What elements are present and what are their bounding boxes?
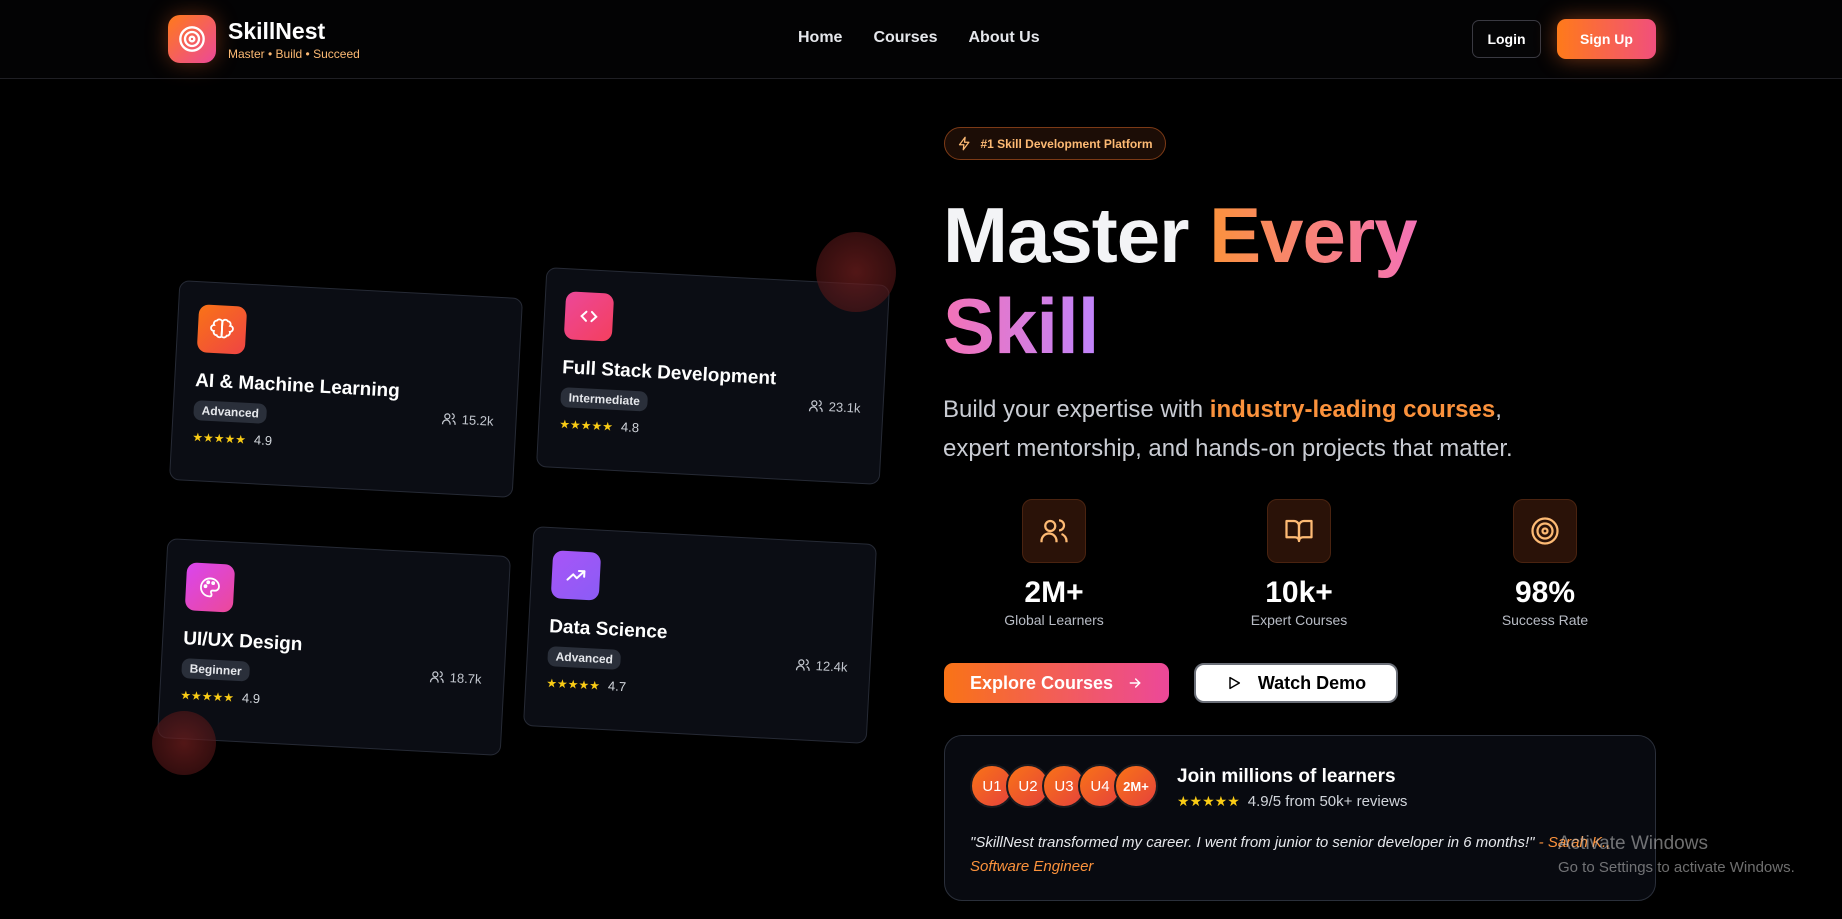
course-rating: ★★★★★ 4.8 [559,416,861,447]
quote-text: "SkillNest transformed my career. I went… [970,834,1535,851]
hero-title-line1: Master Every [943,190,1418,280]
brand[interactable]: SkillNest Master • Build • Succeed [168,15,360,63]
signup-button[interactable]: Sign Up [1557,19,1656,59]
zap-icon [959,136,970,151]
testimonial-quote: "SkillNest transformed my career. I went… [970,831,1630,879]
platform-badge: #1 Skill Development Platform [944,127,1166,160]
level-badge: Advanced [193,400,268,424]
student-count-value: 15.2k [461,412,494,429]
student-count-value: 23.1k [828,399,861,416]
student-count-value: 18.7k [449,670,482,687]
level-badge: Beginner [181,658,251,682]
nav-link-home[interactable]: Home [798,29,842,47]
course-rating: ★★★★★ 4.9 [192,429,494,460]
hero-title-line2: Skill [943,281,1099,371]
arrow-right-icon [1129,678,1141,688]
join-rating: ★★★★★ 4.9/5 from 50k+ reviews [1177,793,1407,810]
rating-value: 4.7 [607,678,627,695]
watch-demo-button[interactable]: Watch Demo [1194,663,1398,703]
subtitle-highlight: industry-leading courses [1209,396,1496,423]
badge-text: #1 Skill Development Platform [980,136,1153,151]
explore-courses-button[interactable]: Explore Courses [944,663,1169,703]
brand-name: SkillNest [228,17,326,44]
demo-label: Watch Demo [1257,672,1367,693]
rating-value: 4.9 [253,432,273,449]
stat-value: 2M+ [1024,576,1084,609]
testimonial-card: U1 U2 U3 U4 2M+ Join millions of learner… [944,735,1656,901]
star-icons: ★★★★★ [1177,793,1240,809]
play-icon [1229,676,1240,690]
decorative-blob [816,232,896,312]
star-icons: ★★★★★ [179,687,235,705]
navbar: SkillNest Master • Build • Succeed Home … [0,0,1842,79]
target-icon [168,15,216,63]
star-icons: ★★★★★ [545,675,601,693]
avatar-count: 2M+ [1114,764,1158,808]
avatar-stack: U1 U2 U3 U4 2M+ [970,764,1158,808]
users-icon [796,659,810,671]
decorative-blob [152,711,216,775]
palette-icon [184,562,236,613]
stat-label: Expert Courses [1250,612,1348,628]
level-badge: Intermediate [560,387,649,412]
student-count-value: 12.4k [815,658,848,675]
stat-value: 98% [1514,576,1576,609]
stat-success: 98% Success Rate [1465,499,1625,628]
nav-links: Home Courses About Us [798,29,1040,47]
book-open-icon [1267,499,1331,563]
hero-subtitle: Build your expertise with industry-leadi… [943,390,1563,468]
hero-word-skill: Skill [943,282,1099,370]
explore-label: Explore Courses [969,672,1114,693]
course-card-uiux[interactable]: UI/UX Design Beginner ★★★★★ 4.9 18.7k [157,538,511,756]
users-icon [809,400,823,412]
subtitle-text: Build your expertise with [943,396,1210,423]
course-rating: ★★★★★ 4.7 [546,675,848,706]
watermark-title: Activate Windows [1558,833,1708,854]
stat-learners: 2M+ Global Learners [974,499,1134,628]
nav-link-courses[interactable]: Courses [873,29,937,47]
stat-label: Success Rate [1501,612,1589,628]
stat-value: 10k+ [1265,576,1333,609]
nav-link-about[interactable]: About Us [968,29,1039,47]
rating-value: 4.8 [620,419,640,436]
hero-word-master: Master [943,191,1189,279]
course-card-ai[interactable]: AI & Machine Learning Advanced ★★★★★ 4.9… [169,280,523,498]
student-count: 15.2k [441,411,494,429]
level-badge: Advanced [547,646,622,670]
watermark-subtitle: Go to Settings to activate Windows. [1558,859,1795,876]
hero-word-every: Every [1209,191,1418,279]
star-icons: ★★★★★ [558,416,614,434]
trending-up-icon [550,550,602,601]
stat-label: Global Learners [1004,612,1104,628]
student-count: 18.7k [429,669,482,687]
rating-text: 4.9/5 from 50k+ reviews [1247,793,1408,810]
stat-courses: 10k+ Expert Courses [1219,499,1379,628]
join-title: Join millions of learners [1177,766,1396,787]
users-icon [442,413,456,425]
code-icon [563,291,615,342]
student-count: 23.1k [808,398,861,416]
student-count: 12.4k [795,657,848,675]
users-icon [430,671,444,683]
target-icon [1513,499,1577,563]
brand-tagline: Master • Build • Succeed [228,46,360,61]
windows-activation-watermark: Activate Windows Go to Settings to activ… [1558,833,1795,876]
brain-icon [196,304,248,355]
login-button[interactable]: Login [1472,20,1541,58]
star-icons: ★★★★★ [191,429,247,447]
course-card-datascience[interactable]: Data Science Advanced ★★★★★ 4.7 12.4k [523,526,877,744]
users-icon [1022,499,1086,563]
course-rating: ★★★★★ 4.9 [180,687,482,718]
rating-value: 4.9 [241,690,261,707]
